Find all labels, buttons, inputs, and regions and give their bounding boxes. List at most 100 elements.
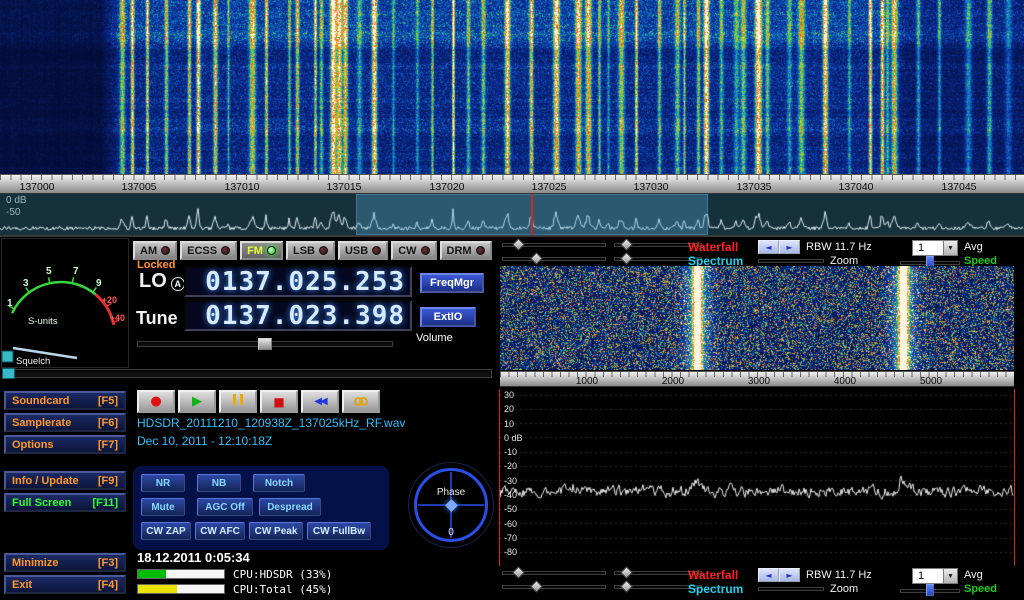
s-meter-over-label: +20: [102, 295, 117, 305]
zoomed-waterfall-display[interactable]: [500, 266, 1014, 370]
mode-drm-button[interactable]: DRM: [440, 241, 492, 260]
agc-off-button[interactable]: AGC Off: [197, 498, 253, 516]
freq-tick-label: 137020: [429, 181, 464, 193]
minimize-button[interactable]: Minimize[F3]: [4, 553, 126, 572]
avg-label: Avg: [964, 241, 983, 253]
s-meter-over-label: +40: [110, 313, 125, 323]
stop-icon: ■: [273, 395, 284, 409]
db-axis-label: -30: [504, 476, 517, 486]
freq-tick-label: 137015: [326, 181, 361, 193]
tune-frequency-display[interactable]: 0137.023.398: [184, 300, 412, 331]
loop-icon: [354, 394, 368, 409]
select-dropdown-icon[interactable]: ▼: [943, 569, 957, 583]
squelch-marker[interactable]: [2, 351, 13, 362]
mode-cw-button[interactable]: CW: [391, 241, 436, 260]
notch-button[interactable]: Notch: [253, 474, 305, 492]
nr-button[interactable]: NR: [141, 474, 185, 492]
spectrum-db-top-label: 0 dB: [6, 195, 27, 206]
phase-indicator: Phase 0: [408, 462, 494, 548]
freq-tick-label: 137010: [224, 181, 259, 193]
soundcard-button[interactable]: Soundcard[F5]: [4, 391, 126, 410]
exit-button[interactable]: Exit[F4]: [4, 575, 126, 594]
play-icon: ▶: [192, 394, 202, 409]
button-key: [F9]: [98, 475, 118, 487]
button-label: Options: [12, 439, 54, 451]
tuning-slider-thumb[interactable]: [258, 338, 272, 350]
rewind-button[interactable]: ◀◀: [301, 390, 339, 413]
zoom-out-button[interactable]: ◄: [758, 240, 779, 254]
fullscreen-button[interactable]: Full Screen[F11]: [4, 493, 126, 512]
db-axis-label: 30: [504, 390, 514, 400]
db-axis-label: -50: [504, 504, 517, 514]
speed-slider-thumb[interactable]: [926, 584, 934, 596]
speed-label: Speed: [964, 583, 997, 595]
zoom-left-icon: ◄: [765, 571, 771, 580]
volume-slider-track[interactable]: [2, 369, 492, 378]
extio-button[interactable]: ExtIO: [420, 307, 476, 327]
mode-label: DRM: [447, 245, 472, 257]
zoom-out-button[interactable]: ◄: [758, 568, 779, 582]
lock-badge-icon[interactable]: A: [171, 277, 185, 291]
despread-button[interactable]: Despread: [259, 498, 321, 516]
button-label: Full Screen: [12, 497, 71, 509]
mode-am-button[interactable]: AM: [133, 241, 177, 260]
freq-tick-label: 2000: [662, 376, 684, 387]
mode-lsb-button[interactable]: LSB: [286, 241, 335, 260]
db-axis-label: -40: [504, 490, 517, 500]
zoomed-spectrum-display[interactable]: [499, 389, 1015, 566]
button-key: [F4]: [98, 579, 118, 591]
tune-cursor[interactable]: [531, 194, 533, 235]
cw-peak-button[interactable]: CW Peak: [249, 522, 303, 540]
cw-afc-button[interactable]: CW AFC: [195, 522, 245, 540]
main-waterfall-display[interactable]: [0, 0, 1024, 174]
playback-controls: ● ▶ ■ ◀◀: [137, 390, 380, 413]
info-update-button[interactable]: Info / Update[F9]: [4, 471, 126, 490]
recording-filename: HDSDR_20111210_120938Z_137025kHz_RF.wav: [137, 416, 405, 430]
zoom-slider-track[interactable]: [758, 587, 824, 591]
freqmgr-button[interactable]: FreqMgr: [420, 273, 484, 293]
cw-zap-button[interactable]: CW ZAP: [141, 522, 191, 540]
s-meter-number: 7: [73, 266, 79, 277]
freq-tick-label: 137005: [121, 181, 156, 193]
nb-button[interactable]: NB: [197, 474, 241, 492]
samplerate-button[interactable]: Samplerate[F6]: [4, 413, 126, 432]
record-icon: ●: [150, 394, 161, 409]
zoom-slider-track[interactable]: [758, 259, 824, 263]
frequency-scale-ticks: [0, 175, 1024, 180]
mode-led-icon: [372, 246, 381, 255]
play-button[interactable]: ▶: [178, 390, 216, 413]
mode-ecss-button[interactable]: ECSS: [180, 241, 237, 260]
record-button[interactable]: ●: [137, 390, 175, 413]
mode-selector: AM ECSS FM LSB USB CW DRM: [133, 241, 492, 260]
options-button[interactable]: Options[F7]: [4, 435, 126, 454]
avg-select[interactable]: 1 ▼: [912, 568, 958, 584]
main-frequency-scale[interactable]: 137000 137005 137010 137015 137020 13702…: [0, 174, 1024, 194]
spectrum-brightness-track[interactable]: [502, 585, 606, 589]
zoom-in-button[interactable]: ►: [779, 568, 800, 582]
pause-button[interactable]: [219, 390, 257, 413]
zoom-in-button[interactable]: ►: [779, 240, 800, 254]
cw-fullbw-button[interactable]: CW FullBw: [307, 522, 371, 540]
lo-frequency-display[interactable]: 0137.025.253: [184, 266, 412, 297]
stop-button[interactable]: ■: [260, 390, 298, 413]
zoomed-frequency-scale[interactable]: 1000 2000 3000 4000 5000: [500, 371, 1014, 387]
main-spectrum-display[interactable]: 0 dB -50: [0, 194, 1024, 235]
db-axis-label: 0 dB: [504, 433, 523, 443]
s-meter-number: 9: [96, 278, 102, 289]
mute-button[interactable]: Mute: [141, 498, 185, 516]
zoom-label: Zoom: [830, 583, 858, 595]
loop-button[interactable]: [342, 390, 380, 413]
zoomed-spectrum-trace: [500, 389, 1014, 566]
rewind-icon: ◀◀: [314, 396, 325, 407]
select-dropdown-icon[interactable]: ▼: [943, 241, 957, 255]
mode-usb-button[interactable]: USB: [338, 241, 388, 260]
avg-select[interactable]: 1 ▼: [912, 240, 958, 256]
mode-fm-button[interactable]: FM: [240, 241, 283, 260]
dropdown-arrow-icon: ▼: [947, 573, 954, 580]
db-axis-label: 20: [504, 404, 514, 414]
db-axis-label: -70: [504, 533, 517, 543]
spectrum-brightness-track[interactable]: [502, 257, 606, 261]
freq-tick-label: 137040: [838, 181, 873, 193]
volume-slider-thumb[interactable]: [2, 368, 15, 379]
freq-tick-label: 137000: [19, 181, 54, 193]
